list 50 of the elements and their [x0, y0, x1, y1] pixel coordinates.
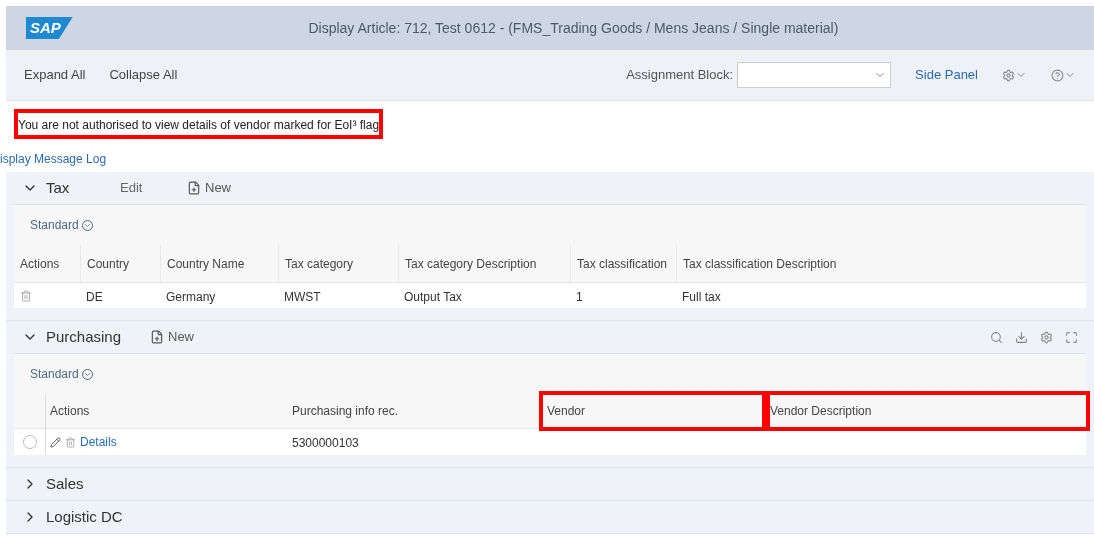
toolbar-button[interactable]: Expand All	[24, 65, 86, 85]
section-toggle[interactable]: Purchasing	[22, 325, 142, 349]
view-selector[interactable]: Standard	[30, 365, 93, 383]
new-button[interactable]: New	[187, 178, 231, 198]
fullscreen-icon	[1065, 330, 1078, 344]
assignment-block-dropdown[interactable]	[737, 62, 892, 88]
new-document-icon	[150, 330, 164, 344]
trash-icon	[65, 436, 76, 448]
table-cell: Germany	[166, 289, 216, 304]
column-header: Purchasing info rec.	[292, 403, 399, 420]
column-header: Actions	[20, 255, 60, 273]
table-cell: 5300000103	[292, 436, 359, 450]
column-header: Tax category Description	[405, 255, 537, 273]
download-icon	[1015, 330, 1028, 344]
section-toggle[interactable]: Logistic DC	[22, 505, 142, 529]
window-title: Display Article: 712, Test 0612 - (FMS_Trading Goods / Mens Jeans / Single material)	[307, 18, 840, 38]
side-panel-link[interactable]: Side Panel	[915, 65, 978, 85]
column-header: Tax category	[285, 255, 354, 273]
column-header: Tax classification Description	[683, 255, 837, 273]
help-icon	[1051, 68, 1064, 82]
row-radio[interactable]	[22, 435, 37, 449]
column-header: Tax classification	[577, 255, 668, 273]
sap-logo: SAP	[26, 16, 73, 40]
settings-icon	[1040, 330, 1053, 344]
help-menu-button[interactable]	[1051, 68, 1076, 82]
field-label: Assignment Block:	[626, 66, 734, 85]
table-cell: MWST	[284, 289, 321, 304]
table-cell: Full tax	[682, 289, 721, 304]
details-link[interactable]: Details	[80, 433, 117, 451]
message-log-link[interactable]: isplay Message Log	[0, 150, 107, 168]
column-header: Country Name	[167, 255, 245, 273]
search-icon	[990, 330, 1003, 344]
column-header: Vendor	[547, 403, 586, 420]
settings-icon	[1002, 68, 1015, 82]
edit-icon	[50, 436, 61, 448]
trash-icon	[20, 289, 32, 302]
column-header: Actions	[50, 403, 90, 420]
section-toggle[interactable]: Sales	[22, 472, 142, 496]
edit-button[interactable]: Edit	[120, 178, 165, 198]
table-cell: Output Tax	[404, 289, 462, 304]
new-document-icon	[187, 181, 201, 195]
view-selector[interactable]: Standard	[30, 216, 93, 234]
column-header: Vendor Description	[770, 403, 872, 420]
error-message: You are not authorised to view details of vendor marked for EoI³ flag	[18, 117, 380, 132]
table-cell: DE	[86, 289, 103, 304]
settings-menu-button[interactable]	[1002, 68, 1027, 82]
toolbar-button[interactable]: Collapse All	[109, 65, 178, 85]
new-button[interactable]: New	[150, 327, 194, 347]
table-cell: 1	[576, 289, 583, 304]
column-header: Country	[87, 255, 130, 273]
